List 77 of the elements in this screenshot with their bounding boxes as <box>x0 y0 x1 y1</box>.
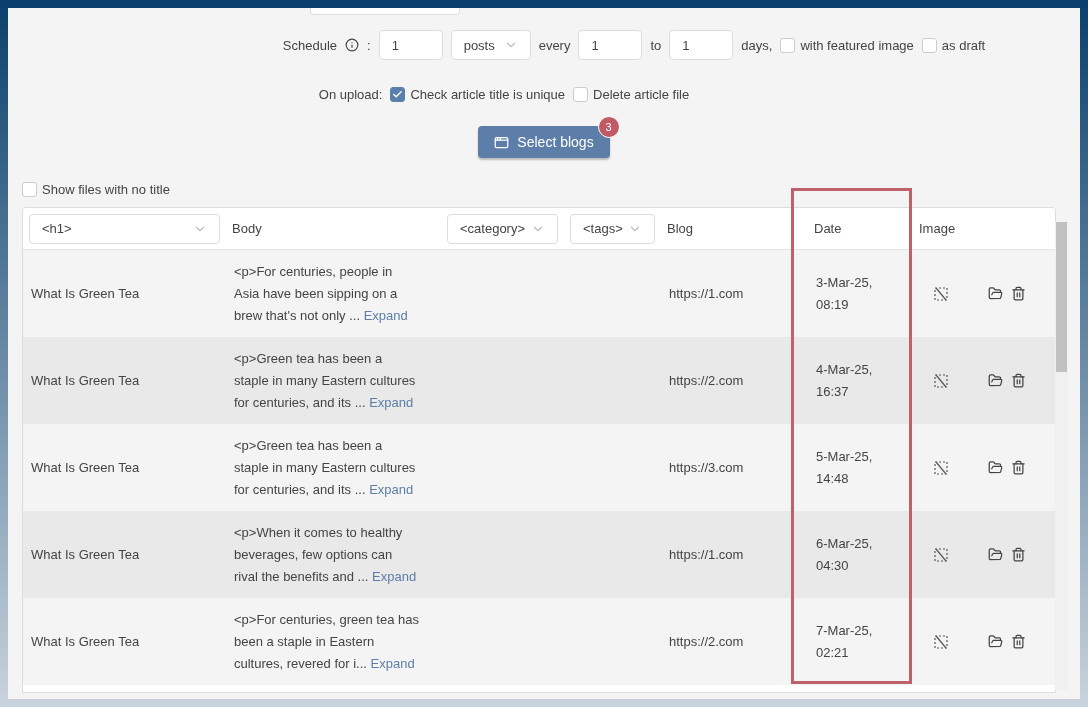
title-cell-text: What Is Green Tea <box>31 371 140 390</box>
column-header: Image <box>919 221 956 236</box>
expand-link[interactable]: Expand <box>369 481 414 497</box>
blog-cell-text: https://2.com <box>669 371 744 390</box>
trash-icon[interactable] <box>1011 547 1026 562</box>
expand-link[interactable]: Expand <box>363 307 408 323</box>
no-image-icon <box>933 460 948 475</box>
body-text: <p>When it comes to healthy beverages, few options can rival the benefits and ... Expand <box>234 523 418 586</box>
folder-icon[interactable] <box>988 373 1003 388</box>
window-icon <box>494 134 510 150</box>
trash-icon[interactable] <box>1011 373 1026 388</box>
every-from-field[interactable]: 1 <box>578 30 643 60</box>
checkbox[interactable] <box>573 87 589 102</box>
unit-select[interactable]: posts <box>450 30 531 60</box>
folder-icon[interactable] <box>988 547 1003 562</box>
checkbox-label: with featured image <box>800 37 914 53</box>
checkbox-label: Check article title is unique <box>410 87 566 102</box>
blog-cell-text: https://1.com <box>669 284 744 303</box>
date-cell-text: 5-Mar-25, 14:48 <box>815 447 874 488</box>
scrollbar[interactable] <box>1055 222 1068 690</box>
to-label: to <box>650 37 662 53</box>
date-cell-text: 7-Mar-25, 02:21 <box>815 621 874 662</box>
count-field[interactable]: 1 <box>378 30 443 60</box>
schedule-label: Schedule <box>282 37 338 53</box>
date-cell-text: 6-Mar-25, 04:30 <box>815 534 874 575</box>
date-cell-text: 3-Mar-25, 08:19 <box>815 273 874 314</box>
checkbox-label: as draft <box>941 37 986 53</box>
expand-link[interactable]: Expand <box>369 394 414 410</box>
column-select[interactable]: <tags> <box>570 213 655 244</box>
column-select[interactable]: <h1> <box>29 213 220 244</box>
checkbox[interactable] <box>22 182 37 197</box>
checkbox-label: Show files with no title <box>42 182 170 197</box>
count-badge: 3 <box>597 116 620 138</box>
no-image-icon <box>933 634 948 649</box>
checkbox[interactable] <box>921 37 937 53</box>
every-label: every <box>538 37 571 53</box>
on-upload-label: On upload: <box>318 87 383 102</box>
column-header: Blog <box>667 221 694 236</box>
table-row[interactable]: What Is Green Tea <p>Green tea has been a staple in many Eastern cultures for centuries, and its ... Expand https://3.com 5-Mar-25, 14:48 <box>23 424 1055 511</box>
colon-label: : <box>367 37 371 53</box>
blog-cell-text: https://3.com <box>669 458 744 477</box>
column-header: Body <box>232 221 262 236</box>
no-image-icon <box>933 373 948 388</box>
title-cell-text: What Is Green Tea <box>31 458 140 477</box>
checkbox[interactable] <box>390 87 406 102</box>
expand-link[interactable]: Expand <box>370 655 415 671</box>
body-text: <p>Green tea has been a staple in many Eastern cultures for centuries, and its ... Expand <box>234 436 417 499</box>
body-text: <p>For centuries, people in Asia have been sipping on a brew that's not only ... Expand <box>234 262 409 325</box>
table-row[interactable]: What Is Green Tea <p>When it comes to healthy beverages, few options can rival the benefits and ... Expand https://1.com 6-Mar-25, 04:30 <box>23 511 1055 598</box>
body-text: <p>Green tea has been a staple in many Eastern cultures for centuries, and its ... Expand <box>234 349 417 412</box>
folder-icon[interactable] <box>988 460 1003 475</box>
folder-icon[interactable] <box>988 286 1003 301</box>
blog-cell-text: https://1.com <box>669 545 744 564</box>
table-row[interactable]: What Is Green Tea <p>For centuries, green tea has been a staple in Eastern cultures, revered for i... Expand https://2.com 7-Mar-25, 02:21 <box>23 598 1055 685</box>
checkbox[interactable] <box>780 37 796 53</box>
title-cell-text: What Is Green Tea <box>31 284 140 303</box>
trash-icon[interactable] <box>1011 460 1026 475</box>
blog-cell-text: https://2.com <box>669 632 744 651</box>
every-to-field[interactable]: 1 <box>669 30 734 60</box>
folder-icon[interactable] <box>988 634 1003 649</box>
table-row[interactable]: What Is Green Tea <p>For centuries, people in Asia have been sipping on a brew that's not only ... Expand https://1.com 3-Mar-25, 08:19 <box>23 250 1055 337</box>
no-image-icon <box>933 547 948 562</box>
column-select[interactable]: <category> <box>447 213 558 244</box>
body-text: <p>For centuries, green tea has been a staple in Eastern cultures, revered for i... Expand <box>234 610 419 673</box>
table-row[interactable]: What Is Green Tea <p>Green tea has been a staple in many Eastern cultures for centuries, and its ... Expand https://2.com 4-Mar-25, 16:37 <box>23 337 1055 424</box>
checkbox-label: Delete article file <box>593 87 690 102</box>
title-cell-text: What Is Green Tea <box>31 545 140 564</box>
trash-icon[interactable] <box>1011 634 1026 649</box>
no-image-icon <box>933 286 948 301</box>
check-icon <box>392 89 404 100</box>
info-icon[interactable] <box>345 38 360 52</box>
title-cell-text: What Is Green Tea <box>31 632 140 651</box>
column-header: Date <box>813 221 842 236</box>
date-cell-text: 4-Mar-25, 16:37 <box>815 360 874 401</box>
trash-icon[interactable] <box>1011 286 1026 301</box>
days-label: days, <box>741 37 773 53</box>
expand-link[interactable]: Expand <box>372 568 417 584</box>
